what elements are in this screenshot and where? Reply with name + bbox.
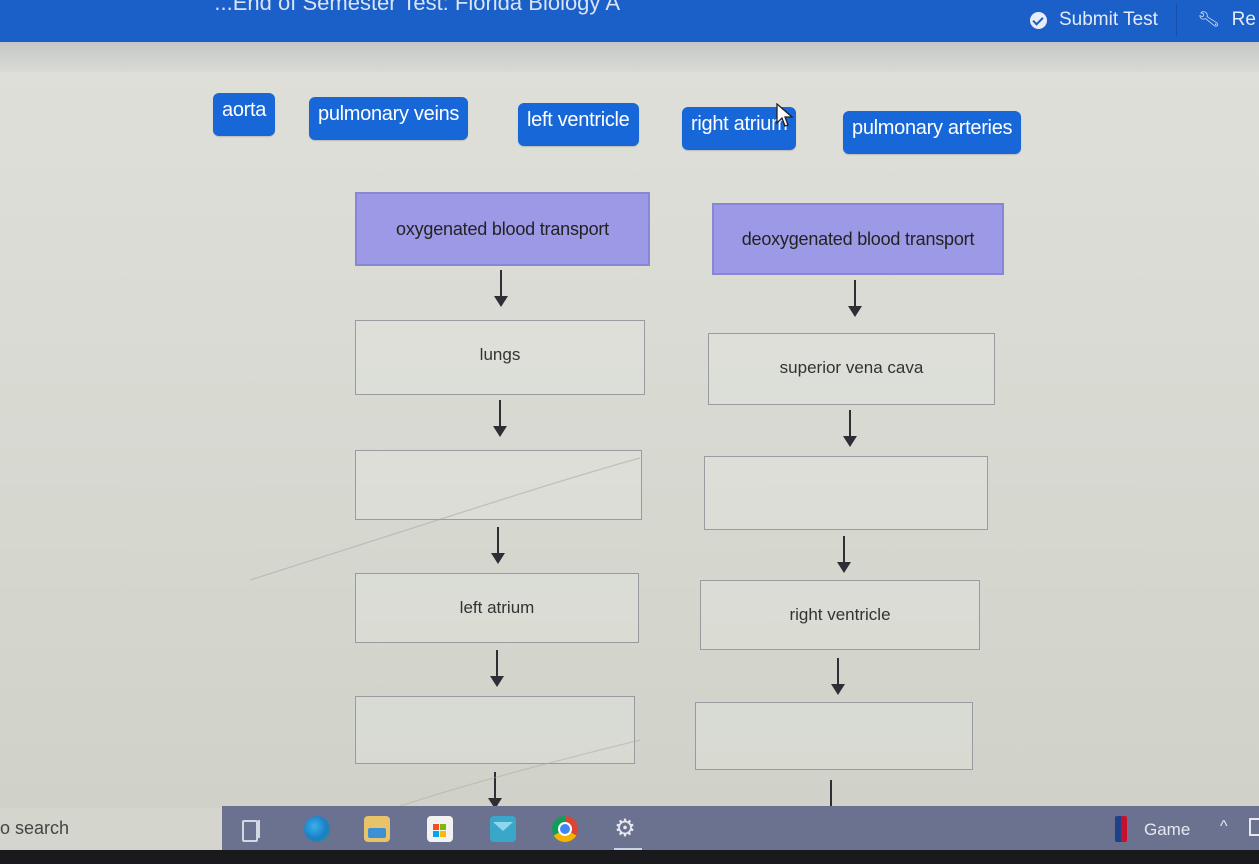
submit-test-button[interactable]: Submit Test [1030, 4, 1177, 36]
mail-icon[interactable] [490, 816, 516, 842]
nba-icon[interactable] [1115, 816, 1127, 842]
answer-chip-pulmonary-veins[interactable]: pulmonary veins [309, 97, 469, 140]
tray-game-label[interactable]: Game [1144, 820, 1190, 840]
drop-zone-right-3[interactable]: right ventricle [700, 580, 980, 650]
arrow-down-icon [843, 410, 857, 450]
settings-icon[interactable]: ⚙︎ [612, 816, 638, 842]
drop-zone-right-1-label: superior vena cava [779, 358, 924, 377]
drop-zone-right-3-label: right ventricle [789, 605, 891, 624]
drop-zone-left-2[interactable] [355, 450, 642, 520]
sub-header [0, 42, 1259, 72]
task-view-icon[interactable] [238, 816, 264, 842]
oxygenated-header-label: oxygenated blood transport [396, 218, 609, 239]
answer-chip-aorta[interactable]: aorta [213, 93, 276, 136]
drop-zone-left-3-label: left atrium [459, 598, 535, 617]
submit-test-label: Submit Test [1059, 9, 1158, 30]
test-title: ...End of Semester Test: Florida Biology… [214, 0, 620, 15]
drop-zone-left-3[interactable]: left atrium [355, 573, 639, 643]
arrow-down-icon [494, 270, 508, 310]
arrow-down-icon [490, 650, 504, 690]
answer-chip-pulmonary-arteries[interactable]: pulmonary arteries [843, 111, 1022, 154]
oxygenated-header-box: oxygenated blood transport [355, 192, 650, 266]
taskbar-search-text: o search [0, 818, 70, 838]
deoxygenated-header-label: deoxygenated blood transport [741, 228, 975, 249]
taskbar: ⚙︎ Game ^ [222, 806, 1259, 852]
tools-button[interactable]: 🔧︎ Re [1196, 4, 1256, 36]
deoxygenated-header-box: deoxygenated blood transport [712, 203, 1004, 275]
store-icon[interactable] [427, 816, 453, 842]
tray-chevron-up-icon[interactable]: ^ [1220, 818, 1228, 836]
wrench-icon: 🔧︎ [1196, 8, 1221, 31]
page: ...End of Semester Test: Florida Biology… [0, 0, 1259, 864]
arrow-down-icon [491, 527, 505, 567]
drop-zone-right-2[interactable] [704, 456, 988, 530]
tray-app-icon[interactable] [1249, 818, 1259, 836]
check-circle-icon [1030, 11, 1047, 29]
test-header-bar: ...End of Semester Test: Florida Biology… [0, 0, 1259, 42]
chrome-icon[interactable] [552, 816, 578, 842]
answer-chip-left-ventricle[interactable]: left ventricle [518, 103, 639, 146]
drop-zone-left-1-label: lungs [479, 345, 521, 364]
tools-label: Re [1231, 9, 1256, 30]
screen-bezel [0, 850, 1259, 864]
edge-icon[interactable] [304, 816, 330, 842]
test-title-wrap: ...End of Semester Test: Florida Biology… [0, 0, 620, 20]
drop-zone-left-4[interactable] [355, 696, 635, 764]
file-explorer-icon[interactable] [364, 816, 390, 842]
arrow-down-icon [848, 280, 862, 320]
arrow-down-icon [837, 536, 851, 576]
arrow-down-icon [493, 400, 507, 440]
drop-zone-right-1[interactable]: superior vena cava [708, 333, 995, 405]
taskbar-search[interactable]: o search [0, 808, 222, 850]
arrow-down-icon [831, 658, 845, 698]
drop-zone-left-1[interactable]: lungs [355, 320, 645, 395]
drop-zone-right-4[interactable] [695, 702, 973, 770]
